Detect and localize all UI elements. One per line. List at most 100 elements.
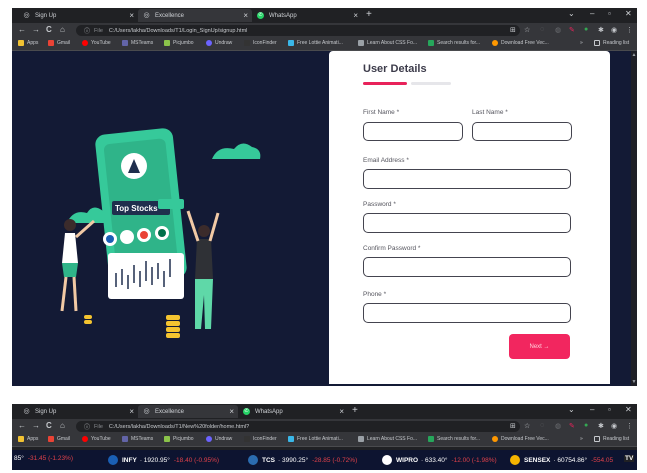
bookmark-apps[interactable]: Apps bbox=[18, 40, 38, 46]
reload-button[interactable]: C bbox=[46, 25, 52, 34]
menu-dots-icon[interactable]: ⋮ bbox=[626, 422, 633, 430]
bookmark-search[interactable]: Search results for... bbox=[428, 436, 480, 442]
confirm-password-input[interactable] bbox=[363, 257, 571, 277]
more-bookmarks[interactable]: » bbox=[580, 436, 583, 442]
tab-whatsapp[interactable]: ✆ WhatsApp × bbox=[252, 9, 362, 22]
close-icon[interactable]: × bbox=[353, 11, 358, 20]
extension-icon[interactable]: ◍ bbox=[555, 422, 561, 430]
reload-button[interactable]: C bbox=[46, 421, 52, 430]
back-button[interactable]: ← bbox=[18, 421, 26, 430]
forward-button[interactable]: → bbox=[32, 25, 40, 34]
coin-stack bbox=[166, 321, 180, 326]
reading-list-icon bbox=[594, 40, 600, 46]
home-button[interactable]: ⌂ bbox=[60, 421, 65, 430]
bookmark-download[interactable]: Download Free Vec... bbox=[492, 436, 549, 442]
puzzle-icon[interactable]: ✱ bbox=[598, 26, 604, 34]
profile-avatar-icon[interactable]: ◉ bbox=[611, 422, 617, 430]
bookmark-gmail[interactable]: Gmail bbox=[48, 436, 70, 442]
profile-avatar-icon[interactable]: ◉ bbox=[611, 26, 617, 34]
tab-whatsapp[interactable]: ✆ WhatsApp × bbox=[238, 405, 348, 418]
bookmarks-bar: Apps Gmail YouTube MSTeams Picjumbo Undr… bbox=[12, 38, 637, 51]
tab-excellence[interactable]: ◎ Excellence × bbox=[138, 405, 238, 418]
bookmark-picjumbo[interactable]: Picjumbo bbox=[164, 40, 194, 46]
bookmark-css[interactable]: Learn About CSS Fo... bbox=[358, 40, 417, 46]
minimize-button[interactable]: – bbox=[590, 405, 594, 414]
ticker-item[interactable]: 85° -31.45 (-1.23%) bbox=[14, 455, 73, 462]
url-input[interactable]: ⓘ File C:/Users/lakha/Downloads/T1/Login… bbox=[76, 25, 520, 36]
bookmark-msteams[interactable]: MSTeams bbox=[122, 40, 153, 46]
bookmark-iconfinder[interactable]: IconFinder bbox=[244, 436, 277, 442]
menu-dots-icon[interactable]: ⋮ bbox=[626, 26, 633, 34]
email-input[interactable] bbox=[363, 169, 571, 189]
bookmark-undraw[interactable]: Undraw bbox=[206, 436, 232, 442]
bookmark-lottie[interactable]: Free Lottie Animati... bbox=[288, 436, 343, 442]
new-tab-button[interactable]: + bbox=[352, 405, 358, 416]
reading-list[interactable]: Reading list bbox=[594, 436, 629, 442]
tab-search-icon[interactable]: ⌄ bbox=[568, 405, 575, 414]
tradingview-badge[interactable]: TV bbox=[624, 455, 635, 462]
home-button[interactable]: ⌂ bbox=[60, 25, 65, 34]
picjumbo-icon bbox=[164, 436, 170, 442]
extension-icon[interactable]: ◍ bbox=[555, 26, 561, 34]
url-input[interactable]: ⓘ File C:/Users/lakha/Downloads/T1/New%2… bbox=[76, 421, 520, 432]
extension-icon[interactable]: ● bbox=[584, 422, 588, 429]
ticker-item-wipro[interactable]: WIPRO · 633.40° -12.00 (-1.98%) bbox=[382, 455, 497, 465]
bookmark-search[interactable]: Search results for... bbox=[428, 40, 480, 46]
password-input[interactable] bbox=[363, 213, 571, 233]
extension-icon[interactable]: ◌ bbox=[540, 26, 544, 33]
bookmark-apps[interactable]: Apps bbox=[18, 436, 38, 442]
scroll-down-icon[interactable]: ▼ bbox=[631, 379, 637, 385]
phone-input[interactable] bbox=[363, 303, 571, 323]
new-tab-button[interactable]: + bbox=[366, 9, 372, 20]
extension-icon[interactable]: ✎ bbox=[569, 422, 575, 430]
close-icon[interactable]: × bbox=[339, 407, 344, 416]
apps-grid-icon bbox=[18, 436, 24, 442]
next-button[interactable]: Next → bbox=[509, 334, 570, 359]
bookmark-iconfinder[interactable]: IconFinder bbox=[244, 40, 277, 46]
bookmark-star-icon[interactable]: ☆ bbox=[524, 26, 530, 34]
reading-list[interactable]: Reading list bbox=[594, 40, 629, 46]
extension-icon[interactable]: ✎ bbox=[569, 26, 575, 34]
maximize-button[interactable]: ▫ bbox=[608, 405, 611, 414]
extension-icon[interactable]: ◌ bbox=[540, 422, 544, 429]
close-icon[interactable]: × bbox=[229, 407, 234, 416]
bookmark-undraw[interactable]: Undraw bbox=[206, 40, 232, 46]
bookmark-star-icon[interactable]: ☆ bbox=[524, 422, 530, 430]
back-button[interactable]: ← bbox=[18, 25, 26, 34]
share-icon[interactable]: ⊞ bbox=[510, 422, 516, 430]
close-window-button[interactable]: ✕ bbox=[625, 405, 632, 414]
close-window-button[interactable]: ✕ bbox=[625, 9, 632, 18]
tab-sign-up[interactable]: ◎ Sign Up × bbox=[18, 9, 138, 22]
extension-icon[interactable]: ● bbox=[584, 26, 588, 33]
tab-search-icon[interactable]: ⌄ bbox=[568, 9, 575, 18]
ticker-item-sensex[interactable]: SENSEX · 60754.86° -554.05 bbox=[510, 455, 613, 465]
bookmark-youtube[interactable]: YouTube bbox=[82, 436, 111, 442]
minimize-button[interactable]: – bbox=[590, 9, 594, 18]
bookmark-css[interactable]: Learn About CSS Fo... bbox=[358, 436, 417, 442]
first-name-input[interactable] bbox=[363, 122, 463, 141]
last-name-label: Last Name * bbox=[472, 109, 508, 116]
close-icon[interactable]: × bbox=[129, 407, 134, 416]
cloud-shape bbox=[212, 143, 261, 159]
share-icon[interactable]: ⊞ bbox=[510, 26, 516, 34]
scroll-up-icon[interactable]: ▲ bbox=[631, 52, 637, 58]
tab-sign-up[interactable]: ◎ Sign Up × bbox=[18, 405, 138, 418]
coin-stack bbox=[166, 315, 180, 320]
bookmark-lottie[interactable]: Free Lottie Animati... bbox=[288, 40, 343, 46]
bookmark-download[interactable]: Download Free Vec... bbox=[492, 40, 549, 46]
more-bookmarks[interactable]: » bbox=[580, 40, 583, 46]
bookmark-gmail[interactable]: Gmail bbox=[48, 40, 70, 46]
close-icon[interactable]: × bbox=[243, 11, 248, 20]
ticker-item-infy[interactable]: INFY · 1920.95° -18.40 (-0.95%) bbox=[108, 455, 219, 465]
bookmark-msteams[interactable]: MSTeams bbox=[122, 436, 153, 442]
puzzle-icon[interactable]: ✱ bbox=[598, 422, 604, 430]
maximize-button[interactable]: ▫ bbox=[608, 9, 611, 18]
close-icon[interactable]: × bbox=[129, 11, 134, 20]
forward-button[interactable]: → bbox=[32, 421, 40, 430]
tab-excellence[interactable]: ◎ Excellence × bbox=[138, 9, 252, 22]
ticker-item-tcs[interactable]: TCS · 3990.25° -28.85 (-0.72%) bbox=[248, 455, 357, 465]
bookmark-picjumbo[interactable]: Picjumbo bbox=[164, 436, 194, 442]
bookmark-youtube[interactable]: YouTube bbox=[82, 40, 111, 46]
last-name-input[interactable] bbox=[472, 122, 572, 141]
page-scrollbar[interactable]: ▲ ▼ bbox=[631, 51, 637, 386]
